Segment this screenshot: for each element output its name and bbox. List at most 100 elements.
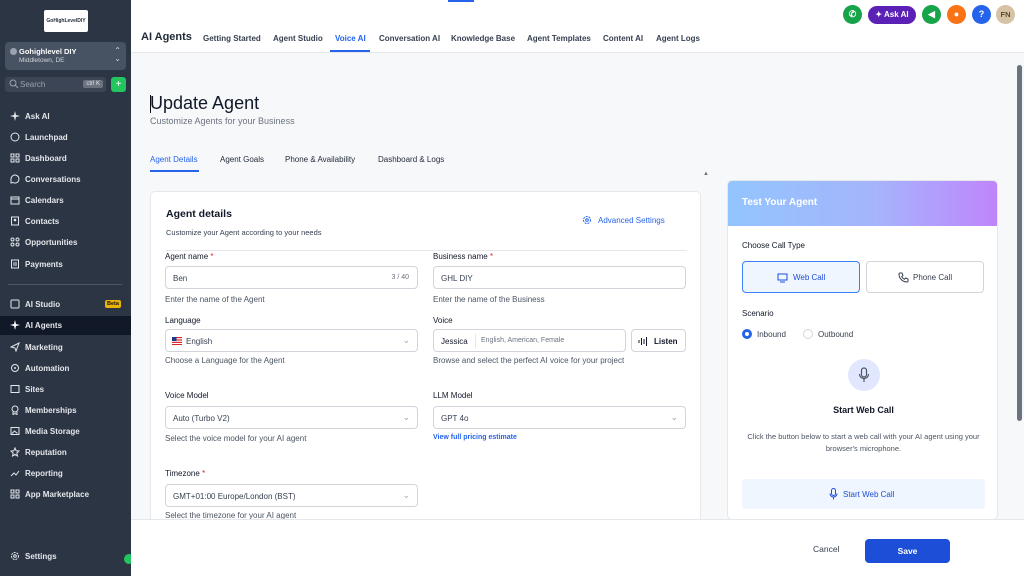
tab-content-ai[interactable]: Content AI xyxy=(603,34,643,43)
inbound-label: Inbound xyxy=(757,330,786,339)
sidebar: GoHighLevelDIY Gohighlevel DIY Middletow… xyxy=(0,0,134,576)
microphone-icon xyxy=(829,488,838,500)
voice-model-select[interactable]: Auto (Turbo V2) ⌄ xyxy=(165,406,418,429)
sidebar-search[interactable]: Search ctrl K xyxy=(5,77,106,92)
listen-button[interactable]: Listen xyxy=(631,329,686,352)
voice-label: Voice xyxy=(433,316,453,325)
sidebar-item-automation[interactable]: Automation xyxy=(0,359,131,378)
llm-model-select[interactable]: GPT 4o ⌄ xyxy=(433,406,686,429)
web-call-button[interactable]: Web Call xyxy=(742,261,860,293)
microphone-badge xyxy=(848,359,880,391)
business-name-label: Business name * xyxy=(433,252,494,261)
account-switcher[interactable]: Gohighlevel DIY Middletown, DE ⌃ ⌄ xyxy=(5,42,126,70)
sidebar-divider xyxy=(8,284,122,285)
card-title: Agent details xyxy=(166,208,232,220)
sidebar-item-ai-agents[interactable]: AI Agents xyxy=(0,316,131,335)
ask-ai-button[interactable]: ✦ Ask AI xyxy=(868,6,916,24)
grid-icon xyxy=(10,489,20,499)
sidebar-item-sites[interactable]: Sites xyxy=(0,380,131,399)
test-panel-title: Test Your Agent xyxy=(742,197,818,208)
subtab-agent-details[interactable]: Agent Details xyxy=(150,155,198,164)
tab-conversation-ai[interactable]: Conversation AI xyxy=(379,34,440,43)
sidebar-item-marketing[interactable]: Marketing xyxy=(0,338,131,357)
sidebar-item-settings[interactable]: Settings xyxy=(0,547,131,566)
tab-knowledge-base[interactable]: Knowledge Base xyxy=(451,34,515,43)
tab-agent-studio[interactable]: Agent Studio xyxy=(273,34,323,43)
scenario-label: Scenario xyxy=(742,309,774,318)
sidebar-item-reputation[interactable]: Reputation xyxy=(0,443,131,462)
star-icon xyxy=(10,447,20,457)
sidebar-item-payments[interactable]: Payments xyxy=(0,255,131,274)
gear-icon xyxy=(583,216,591,224)
sidebar-item-reporting[interactable]: Reporting xyxy=(0,464,131,483)
quick-add-button[interactable]: + xyxy=(111,77,126,92)
timezone-select[interactable]: GMT+01:00 Europe/London (BST) ⌄ xyxy=(165,484,418,507)
media-icon xyxy=(10,427,20,435)
megaphone-icon[interactable]: ◀ xyxy=(922,5,941,24)
voice-description: English, American, Female xyxy=(481,337,565,344)
cancel-button[interactable]: Cancel xyxy=(813,544,839,554)
sidebar-item-ask-ai[interactable]: Ask AI xyxy=(0,107,131,126)
tab-voice-ai[interactable]: Voice AI xyxy=(335,34,366,43)
user-avatar[interactable]: FN xyxy=(996,5,1015,24)
start-web-call-title: Start Web Call xyxy=(833,405,894,415)
start-web-call-button[interactable]: Start Web Call xyxy=(742,479,985,509)
notification-bell-icon[interactable]: ● xyxy=(947,5,966,24)
outbound-radio[interactable] xyxy=(803,329,813,339)
tab-agent-logs[interactable]: Agent Logs xyxy=(656,34,700,43)
advanced-settings-link[interactable]: Advanced Settings xyxy=(583,216,665,225)
card-divider xyxy=(166,250,687,251)
sidebar-item-ai-studio[interactable]: AI Studio Beta xyxy=(0,295,131,314)
sidebar-item-launchpad[interactable]: Launchpad xyxy=(0,128,131,147)
test-agent-panel: Test Your Agent Choose Call Type Web Cal… xyxy=(727,180,998,520)
chevron-down-icon: ⌄ xyxy=(402,412,410,422)
search-shortcut: ctrl K xyxy=(83,80,103,88)
scroll-up-icon[interactable]: ▲ xyxy=(703,171,709,177)
account-name: Gohighlevel DIY xyxy=(19,47,77,56)
active-subtab-indicator xyxy=(150,170,199,172)
chevron-updown-icon: ⌃ ⌄ xyxy=(114,46,121,63)
chevron-down-icon: ⌄ xyxy=(402,490,410,500)
tab-getting-started[interactable]: Getting Started xyxy=(203,34,261,43)
voice-select[interactable]: Jessica English, American, Female xyxy=(433,329,626,352)
phone-icon xyxy=(898,272,909,283)
subtab-phone-availability[interactable]: Phone & Availability xyxy=(285,155,355,164)
form-footer: Cancel Save xyxy=(131,519,1024,576)
sidebar-item-media-storage[interactable]: Media Storage xyxy=(0,422,131,441)
voice-name: Jessica xyxy=(441,337,468,346)
send-icon xyxy=(10,342,20,352)
pricing-estimate-link[interactable]: View full pricing estimate xyxy=(433,434,517,441)
page-scrollbar[interactable] xyxy=(1017,65,1022,421)
gear-icon xyxy=(11,552,19,560)
language-select[interactable]: English ⌄ xyxy=(165,329,418,352)
phone-icon[interactable]: ✆ xyxy=(843,5,862,24)
save-button[interactable]: Save xyxy=(865,539,950,563)
active-tab-indicator xyxy=(330,50,370,52)
agent-name-input[interactable]: Ben 3 / 40 xyxy=(165,266,418,289)
search-icon xyxy=(9,79,19,89)
sidebar-item-calendars[interactable]: Calendars xyxy=(0,191,131,210)
sidebar-item-conversations[interactable]: Conversations xyxy=(0,170,131,189)
phone-call-button[interactable]: Phone Call xyxy=(866,261,984,293)
top-accent-bar xyxy=(448,0,474,2)
sidebar-item-memberships[interactable]: Memberships xyxy=(0,401,131,420)
waveform-icon xyxy=(638,337,647,346)
voice-separator xyxy=(475,334,476,348)
voice-model-label: Voice Model xyxy=(165,391,209,400)
tab-agent-templates[interactable]: Agent Templates xyxy=(527,34,591,43)
business-name-input[interactable]: GHL DIY xyxy=(433,266,686,289)
subtab-dashboard-logs[interactable]: Dashboard & Logs xyxy=(378,155,444,164)
voice-help: Browse and select the perfect AI voice f… xyxy=(433,356,625,365)
inbound-radio[interactable] xyxy=(742,329,752,339)
sparkle-icon xyxy=(10,111,20,121)
sidebar-item-contacts[interactable]: Contacts xyxy=(0,212,131,231)
sidebar-item-app-marketplace[interactable]: App Marketplace xyxy=(0,485,131,504)
company-logo[interactable]: GoHighLevelDIY xyxy=(44,10,88,32)
sidebar-item-opportunities[interactable]: Opportunities xyxy=(0,233,131,252)
llm-model-label: LLM Model xyxy=(433,391,473,400)
sidebar-item-dashboard[interactable]: Dashboard xyxy=(0,149,131,168)
call-type-label: Choose Call Type xyxy=(742,241,805,250)
chevron-down-icon: ⌄ xyxy=(402,335,410,345)
help-icon[interactable]: ? xyxy=(972,5,991,24)
subtab-agent-goals[interactable]: Agent Goals xyxy=(220,155,264,164)
